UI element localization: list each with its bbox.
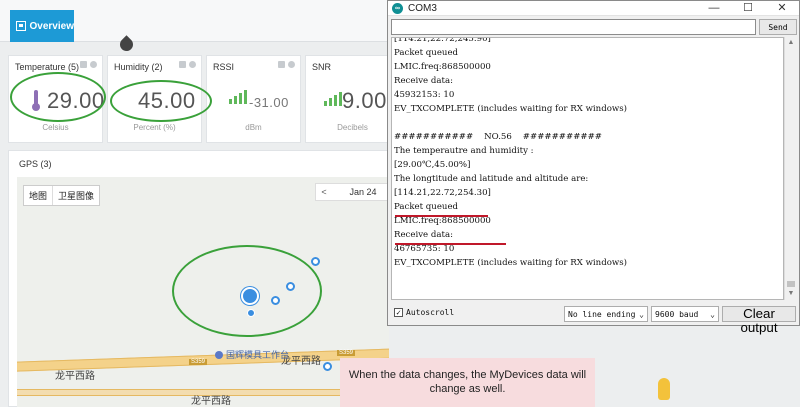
widget-unit: Percent (%) [133, 123, 176, 132]
output-line: The temperautre and humidity : [394, 146, 534, 156]
overview-tab-label: Overview [29, 20, 74, 32]
scroll-thumb[interactable] [787, 281, 795, 287]
chart-icon[interactable] [179, 61, 186, 68]
current-date: Jan 24 [349, 187, 377, 197]
signal-bars-icon [229, 90, 247, 104]
signal-bars-icon [324, 92, 342, 106]
serial-input[interactable] [391, 19, 756, 35]
location-marker[interactable] [323, 362, 332, 371]
settings-icon[interactable] [189, 61, 196, 68]
autoscroll-label: Autoscroll [406, 308, 455, 317]
highlight-ellipse [110, 80, 212, 122]
chart-icon[interactable] [278, 61, 285, 68]
overview-tab[interactable]: Overview [10, 10, 74, 42]
rssi-widget[interactable]: RSSI -31.00 dBm [206, 55, 301, 143]
map-type-button[interactable]: 地图 [24, 186, 52, 205]
settings-icon[interactable] [288, 61, 295, 68]
widget-unit: Celsius [42, 123, 69, 132]
output-line: [29.00℃,45.00%] [394, 160, 471, 170]
dashboard-icon [16, 21, 26, 31]
output-line: Packet queued [394, 202, 459, 212]
highlight-ellipse [10, 72, 106, 122]
satellite-type-button[interactable]: 卫星图像 [52, 186, 99, 205]
settings-icon[interactable] [90, 61, 97, 68]
output-lines: [114.21,22.72,245.90] Packet queued LMIC.f… [394, 37, 628, 270]
widget-title: Humidity (2) [114, 62, 163, 72]
autoscroll-checkbox[interactable]: ✓ [394, 308, 403, 317]
chevron-down-icon: ⌄ [710, 309, 715, 319]
output-line: Packet queued [394, 48, 459, 58]
output-line: [114.21,22.72,245.90] [394, 37, 491, 44]
road-sign: S359 [189, 359, 208, 365]
widget-title: Temperature (5) [15, 62, 80, 72]
output-line: Receive data: [394, 230, 453, 240]
location-marker[interactable] [311, 257, 320, 266]
highlight-underline [395, 243, 506, 245]
widget-title: RSSI [213, 62, 235, 72]
highlight-underline [395, 215, 488, 217]
caption-note: When the data changes, the MyDevices dat… [340, 358, 595, 407]
caption-line-1: When the data changes, the MyDevices dat… [348, 369, 587, 381]
autoscroll-toggle[interactable]: ✓ Autoscroll [394, 308, 454, 317]
snr-widget[interactable]: SNR 9.00 Decibels [305, 55, 400, 143]
chevron-down-icon: ⌄ [639, 309, 644, 319]
map-type-control: 地图 卫星图像 [23, 185, 101, 206]
gps-title: GPS (3) [19, 159, 52, 169]
road-sign: S359 [337, 350, 356, 356]
output-line: EV_TXCOMPLETE (includes waiting for RX w… [394, 104, 628, 114]
output-line: LMIC.freq:868500000 [394, 62, 491, 72]
output-line: ########### NO.56 ########### [394, 132, 602, 142]
widget-unit: dBm [245, 123, 262, 132]
poi-icon [215, 350, 223, 359]
vertical-scrollbar[interactable]: ▲ ▼ [784, 37, 796, 300]
poi-name: 国辉模具工作台 [226, 350, 290, 360]
output-line: The longtitude and latitude and altitude… [394, 174, 589, 184]
screen: Overview Temperature (5) 29.00 Celsius H… [0, 0, 800, 407]
highlight-ellipse [172, 245, 322, 337]
window-title: COM3 [408, 2, 437, 14]
serial-monitor-window: ∞ COM3 — ☐ ✕ Send [114.21,22.72,245.90] P… [387, 0, 800, 335]
line-ending-select[interactable]: No line ending ⌄ [564, 306, 648, 322]
minimize-button[interactable]: — [697, 1, 731, 16]
baud-select[interactable]: 9600 baud ⌄ [651, 306, 719, 322]
clear-output-button[interactable]: Clear output [722, 306, 796, 335]
road-label: 龙平西路 [55, 371, 95, 382]
chart-icon[interactable] [80, 61, 87, 68]
widget-unit: Decibels [337, 123, 368, 132]
date-navigator: < Jan 24 [315, 183, 389, 201]
output-line: [114.21,22.72,254.30] [394, 188, 491, 198]
close-button[interactable]: ✕ [765, 1, 799, 16]
output-line: EV_TXCOMPLETE (includes waiting for RX w… [394, 258, 628, 268]
window-titlebar: ∞ COM3 — ☐ ✕ [388, 1, 799, 16]
output-line: Receive data: [394, 76, 453, 86]
widget-value: 9.00 [342, 88, 387, 113]
maximize-button[interactable]: ☐ [731, 1, 765, 16]
scroll-down-icon[interactable]: ▼ [785, 288, 797, 300]
output-line: 45932153: 10 [394, 90, 455, 100]
street-view-pegman-icon[interactable] [658, 378, 670, 400]
widget-title: SNR [312, 62, 332, 72]
arduino-logo-icon: ∞ [392, 2, 403, 14]
baud-value: 9600 baud [655, 309, 699, 319]
prev-date-button[interactable]: < [316, 187, 332, 197]
poi-label[interactable]: 国辉模具工作台 [215, 348, 289, 361]
widget-value: -31.00 [249, 95, 289, 110]
road-label: 龙平西路 [191, 396, 231, 407]
send-row: Send [391, 19, 797, 35]
caption-line-2: change as well. [429, 383, 506, 395]
scroll-up-icon[interactable]: ▲ [785, 37, 797, 49]
send-button[interactable]: Send [759, 19, 797, 35]
line-ending-value: No line ending [568, 309, 636, 319]
serial-output[interactable]: [114.21,22.72,245.90] Packet queued LMIC.f… [391, 37, 784, 300]
monitor-controls: ✓ Autoscroll No line ending ⌄ 9600 baud … [391, 306, 796, 335]
